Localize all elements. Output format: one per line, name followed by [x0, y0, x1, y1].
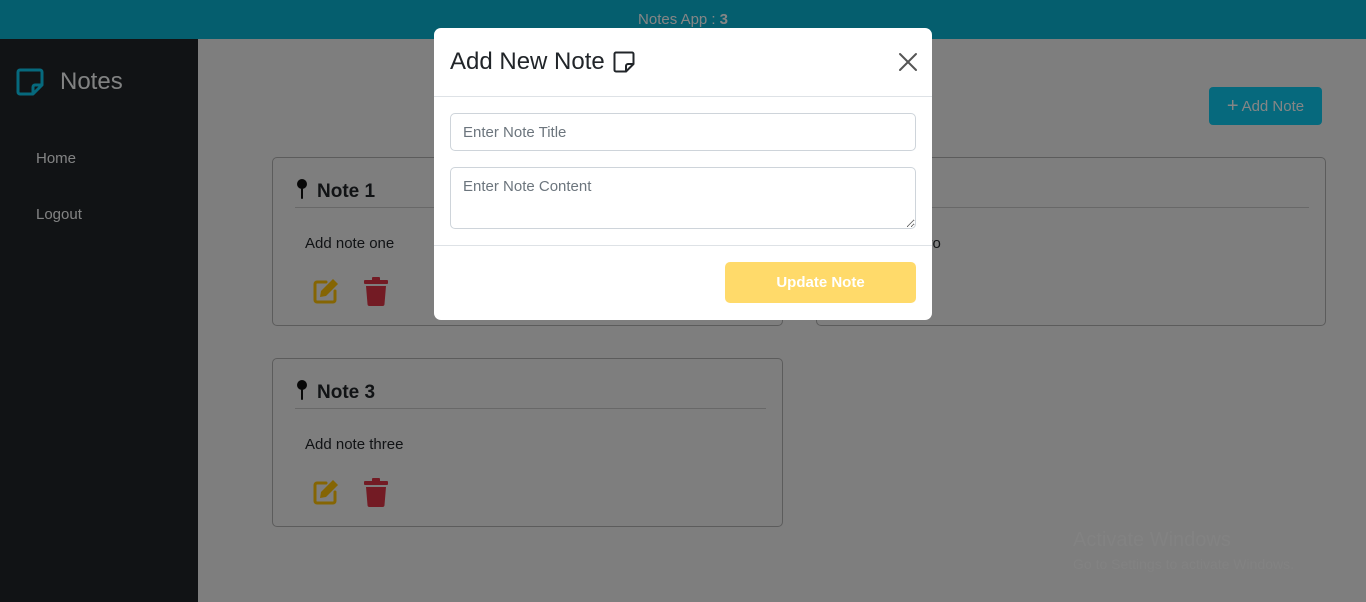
note-title-input[interactable]	[450, 113, 916, 151]
sticky-note-icon	[613, 51, 635, 73]
modal-header: Add New Note	[434, 28, 932, 97]
note-content-input[interactable]	[450, 167, 916, 229]
modal-title-text: Add New Note	[450, 48, 605, 75]
modal-title: Add New Note	[450, 48, 635, 76]
modal-footer-divider	[434, 245, 932, 246]
update-note-button[interactable]: Update Note	[725, 262, 916, 303]
add-note-modal: Add New Note Update Note	[434, 28, 932, 320]
close-icon[interactable]	[898, 52, 918, 72]
